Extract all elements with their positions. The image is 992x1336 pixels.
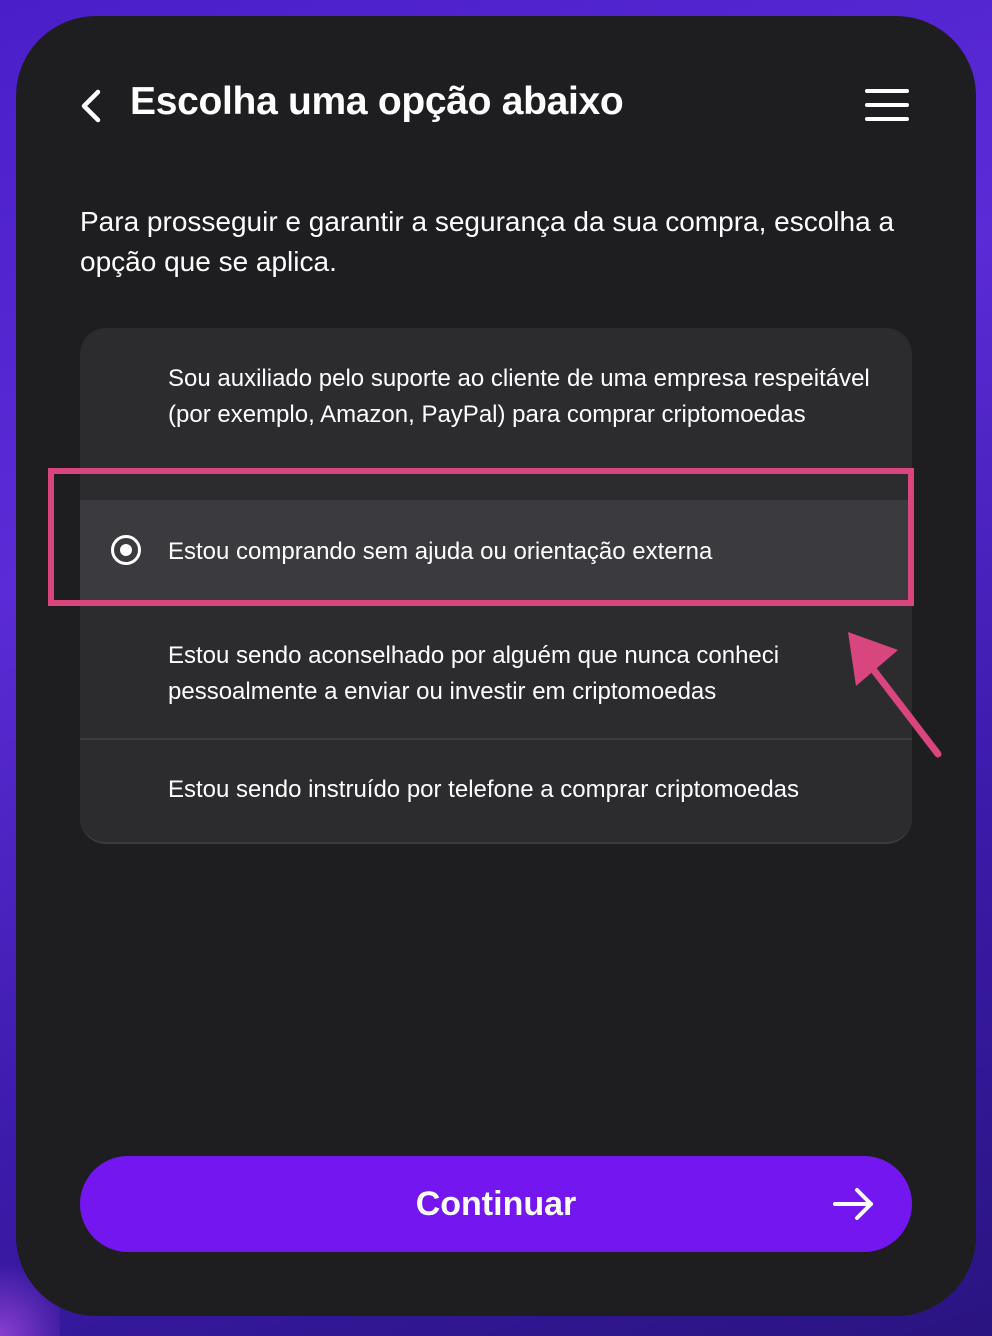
- radio-dot: [120, 544, 132, 556]
- option-label: Estou sendo instruído por telefone a com…: [168, 776, 800, 803]
- continue-label: Continuar: [415, 1185, 577, 1223]
- menu-button[interactable]: [864, 88, 910, 122]
- option-label: Estou sendo aconselhado por alguém que n…: [168, 642, 780, 705]
- options-list: Sou auxiliado pelo suporte ao cliente de…: [80, 328, 912, 844]
- option-label: Sou auxiliado pelo suporte ao cliente de…: [168, 365, 870, 428]
- intro-text: Para prosseguir e garantir a segurança d…: [80, 206, 895, 277]
- page-title: Escolha uma opção abaixo: [130, 80, 624, 123]
- chevron-left-icon: [81, 89, 101, 123]
- radio-selected-icon[interactable]: [111, 535, 141, 565]
- option-phone-instructed[interactable]: Estou sendo instruído por telefone a com…: [80, 740, 912, 842]
- hamburger-menu-icon: [865, 89, 909, 121]
- option-advised-by-stranger[interactable]: Estou sendo aconselhado por alguém que n…: [80, 604, 912, 740]
- option-customer-support[interactable]: Sou auxiliado pelo suporte ao cliente de…: [80, 328, 912, 500]
- continue-button[interactable]: Continuar: [80, 1156, 912, 1252]
- header: Escolha uma opção abaixo: [16, 16, 976, 196]
- back-button[interactable]: [76, 86, 106, 126]
- arrow-right-icon: [833, 1188, 873, 1220]
- option-label: Estou comprando sem ajuda ou orientação …: [168, 538, 713, 565]
- option-no-help[interactable]: Estou comprando sem ajuda ou orientação …: [80, 500, 912, 604]
- dialog-card: Escolha uma opção abaixo Para prosseguir…: [16, 16, 976, 1316]
